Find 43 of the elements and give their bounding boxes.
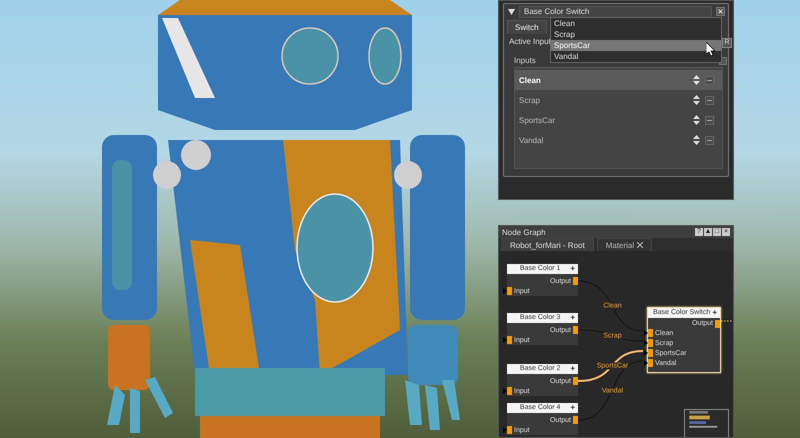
close-icon[interactable] — [716, 7, 725, 16]
remove-button[interactable] — [705, 96, 714, 104]
menu-item[interactable]: Clean — [551, 18, 721, 29]
input-list-item[interactable]: Clean — [515, 70, 722, 90]
add-button[interactable]: + — [570, 264, 575, 274]
field-label: Active Input — [509, 37, 551, 46]
menu-item[interactable]: Scrap — [551, 29, 721, 40]
input-port[interactable] — [507, 287, 512, 295]
input-arrow-icon — [503, 388, 507, 394]
input-arrow-icon — [503, 288, 507, 294]
reorder-icon[interactable] — [693, 135, 700, 145]
close-icon[interactable] — [637, 242, 644, 248]
minimap[interactable] — [684, 409, 729, 437]
remove-button[interactable] — [705, 136, 714, 144]
add-button[interactable]: + — [570, 403, 575, 413]
remove-button[interactable] — [705, 76, 714, 84]
reorder-icon[interactable] — [693, 95, 700, 105]
tab[interactable]: Robot_forMari - Root — [501, 238, 594, 251]
tab[interactable]: Material — [596, 238, 652, 251]
input-port[interactable] — [507, 387, 512, 395]
input-port[interactable] — [507, 426, 512, 434]
section-label: Inputs — [514, 56, 536, 65]
reorder-icon[interactable] — [693, 75, 700, 85]
input-list-item[interactable]: SportsCar — [515, 110, 722, 130]
tab[interactable]: Switch — [507, 20, 547, 34]
input-list-item[interactable]: Vandal — [515, 130, 722, 150]
menu-item[interactable]: Vandal — [551, 51, 721, 62]
input-list-item[interactable]: Scrap — [515, 90, 722, 110]
add-button[interactable]: + — [570, 364, 575, 374]
expand-triangle-icon[interactable] — [508, 8, 515, 14]
output-port[interactable] — [715, 320, 720, 328]
mouse-pointer-icon — [706, 42, 715, 56]
panel-title: Node Graph — [502, 228, 547, 236]
input-arrow-icon — [503, 427, 507, 433]
menu-item[interactable]: SportsCar — [551, 40, 721, 51]
add-button[interactable]: + — [570, 313, 575, 323]
node-name-field[interactable]: Base Color Switch — [519, 6, 712, 18]
input-port[interactable] — [507, 336, 512, 344]
reorder-icon[interactable] — [693, 115, 700, 125]
add-button[interactable]: + — [712, 308, 717, 318]
remove-button[interactable] — [705, 116, 714, 124]
dashed-wire — [720, 320, 733, 322]
input-arrow-icon — [503, 337, 507, 343]
